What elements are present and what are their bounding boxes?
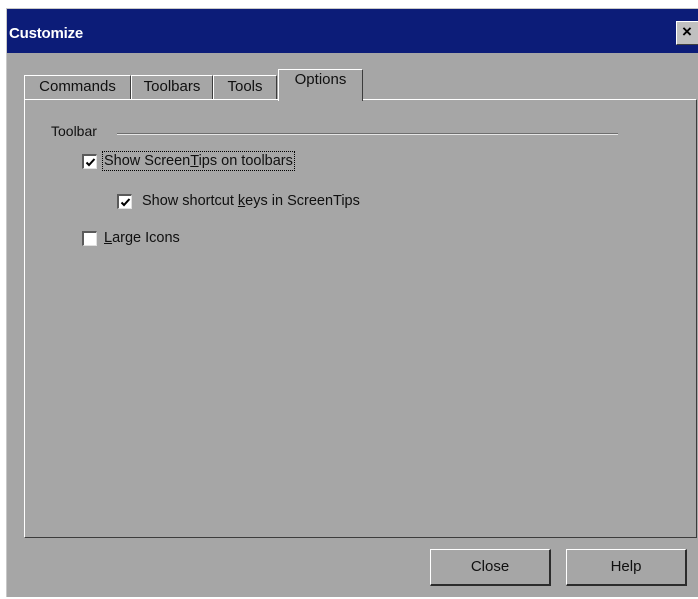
large-icons-checkbox[interactable]	[82, 231, 97, 246]
title-bar: Customize ×	[7, 9, 698, 53]
toolbar-group-label: Toolbar	[51, 123, 97, 139]
tab-commands[interactable]: Commands	[24, 75, 131, 99]
check-icon	[85, 158, 96, 167]
customize-dialog: Customize × Commands Toolbars Tools Opti…	[6, 8, 698, 597]
shortcut-keys-label[interactable]: Show shortcut keys in ScreenTips	[142, 193, 360, 209]
help-button[interactable]: Help	[566, 549, 687, 586]
screentips-label[interactable]: Show ScreenTips on toolbars	[102, 151, 295, 171]
tab-toolbars[interactable]: Toolbars	[131, 75, 213, 99]
screentips-checkbox[interactable]	[82, 154, 97, 169]
close-icon[interactable]: ×	[676, 21, 698, 45]
shortcut-keys-checkbox[interactable]	[117, 194, 132, 209]
dialog-title: Customize	[9, 25, 84, 42]
tab-tools[interactable]: Tools	[213, 75, 277, 99]
group-divider	[117, 133, 618, 135]
tab-options[interactable]: Options	[278, 69, 363, 101]
large-icons-label[interactable]: Large Icons	[104, 230, 180, 246]
check-icon	[120, 198, 131, 207]
close-button[interactable]: Close	[430, 549, 551, 586]
